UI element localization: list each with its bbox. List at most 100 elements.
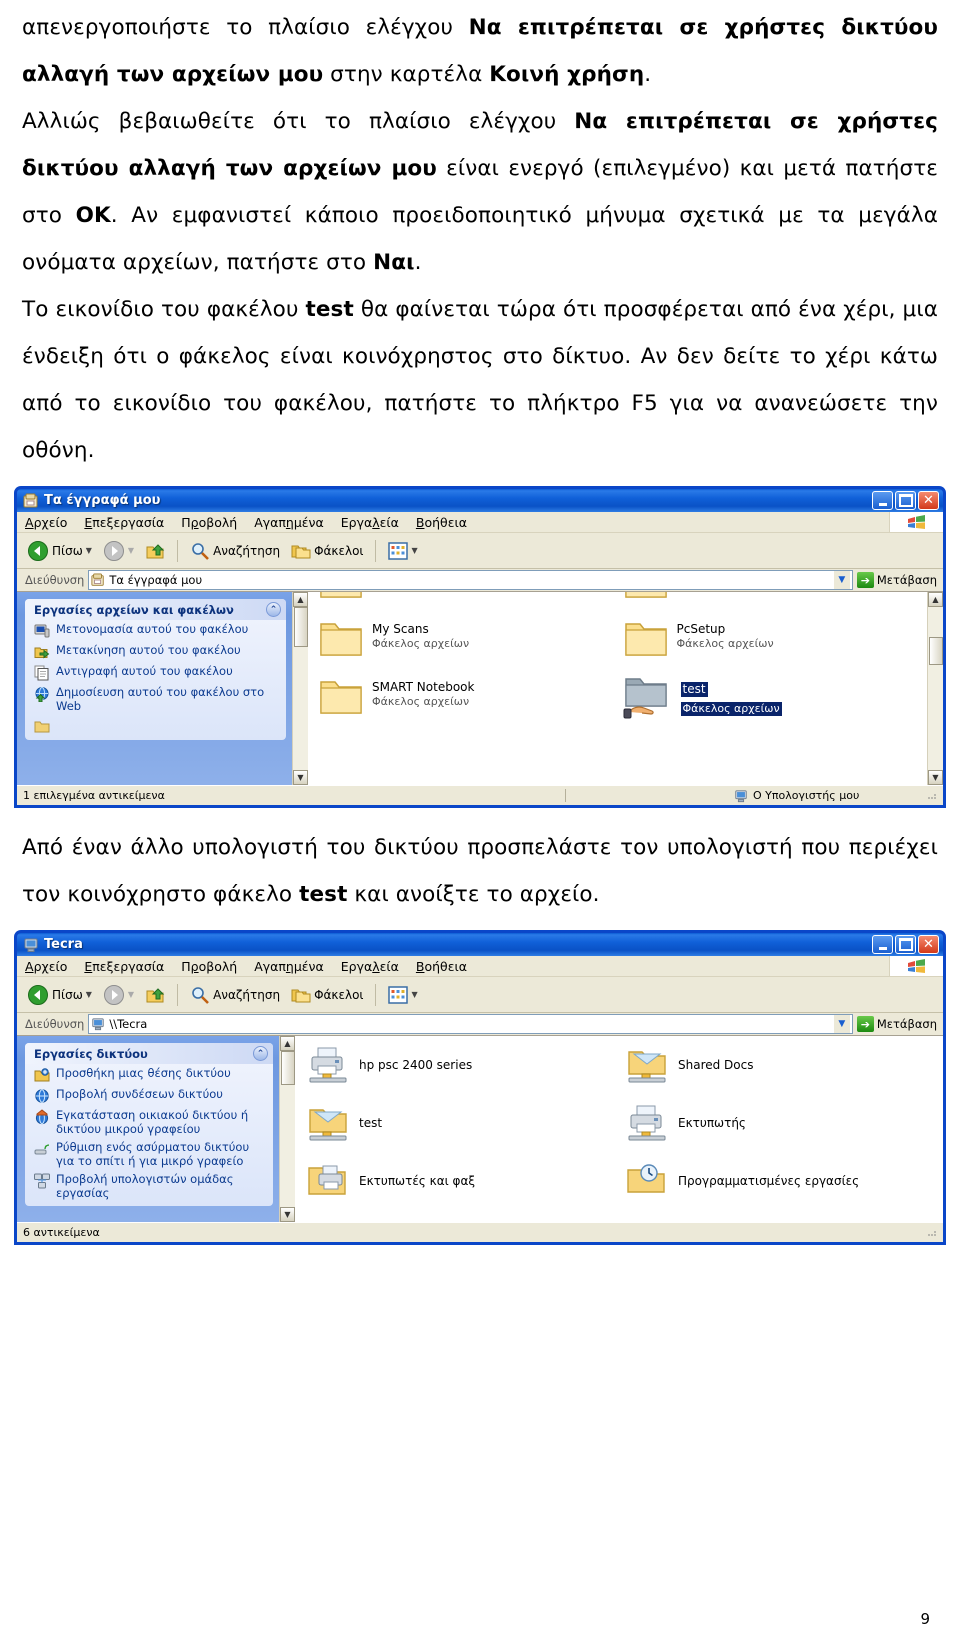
menu-item-help[interactable]: Βοήθεια bbox=[416, 959, 467, 974]
views-button[interactable]: ▼ bbox=[384, 984, 421, 1006]
window1-filelist-scrollbar[interactable]: ▲ ▼ bbox=[927, 592, 943, 785]
back-button[interactable]: Πίσω ▼ bbox=[23, 538, 96, 564]
search-label: Αναζήτηση bbox=[213, 987, 281, 1002]
move-icon bbox=[34, 647, 50, 659]
folders-button[interactable]: Φάκελοι bbox=[287, 983, 367, 1007]
window1-filelist[interactable]: Φάκελος αρχείων Φάκελος αρχείων bbox=[308, 592, 927, 785]
network-tasks-header[interactable]: Εργασίες δικτύου ⌃ bbox=[25, 1043, 273, 1064]
maximize-button[interactable] bbox=[895, 491, 916, 510]
close-button[interactable] bbox=[918, 491, 939, 510]
list-item[interactable]: Φάκελος αρχείων bbox=[318, 592, 623, 618]
list-item[interactable]: Shared Docs bbox=[624, 1044, 943, 1102]
file-name: test bbox=[680, 682, 708, 697]
file-folder-tasks-header[interactable]: Εργασίες αρχείων και φακέλων ⌃ bbox=[25, 599, 286, 620]
window2-filelist[interactable]: hp psc 2400 series Shared Docs test Εκτυ… bbox=[295, 1036, 943, 1222]
menu-item-file[interactable]: Αρχείο bbox=[25, 959, 67, 974]
resize-grip-icon[interactable] bbox=[926, 789, 940, 803]
list-item[interactable]: PcSetup Φάκελος αρχείων bbox=[623, 618, 928, 676]
file-name: hp psc 2400 series bbox=[359, 1058, 473, 1072]
sidebar-item-label: Προσθήκη μιας θέσης δικτύου bbox=[56, 1066, 231, 1080]
menu-item-tools[interactable]: Εργαλεία bbox=[341, 959, 399, 974]
menu-item-file[interactable]: ΑΑρχείορχείο bbox=[25, 515, 67, 530]
sidebar-item-move[interactable]: Μετακίνηση αυτού του φακέλου bbox=[25, 641, 286, 662]
window1-titlebar[interactable]: Τα έγγραφά μου bbox=[14, 486, 946, 512]
scroll-up-button[interactable]: ▲ bbox=[293, 592, 308, 607]
text-run: Αλλιώς βεβαιωθείτε ότι το πλαίσιο ελέγχο… bbox=[22, 109, 575, 134]
address-input[interactable]: Τα έγγραφά μου ▼ bbox=[88, 570, 853, 590]
status-right-label: Ο Υπολογιστής μου bbox=[753, 789, 860, 802]
scroll-down-button[interactable]: ▼ bbox=[928, 770, 943, 785]
chevron-up-icon[interactable]: ⌃ bbox=[253, 1046, 268, 1061]
menu-item-edit[interactable]: Επεξεργασία bbox=[84, 515, 164, 530]
window1-sidebar-scrollbar[interactable]: ▲ ▼ bbox=[292, 592, 308, 785]
sidebar-item-rename[interactable]: Μετονομασία αυτού του φακέλου bbox=[25, 620, 286, 641]
address-dropdown-icon[interactable]: ▼ bbox=[833, 571, 850, 589]
list-item[interactable]: Εκτυπωτής bbox=[624, 1102, 943, 1160]
file-name: Shared Docs bbox=[678, 1058, 754, 1072]
menu-item-view[interactable]: Προβολή bbox=[181, 515, 237, 530]
views-button[interactable]: ▼ bbox=[384, 540, 421, 562]
up-button[interactable] bbox=[141, 539, 169, 563]
menu-item-favorites[interactable]: Αγαπημένα bbox=[254, 515, 324, 530]
address-input[interactable]: \\Tecra ▼ bbox=[88, 1014, 853, 1034]
forward-dropdown-icon[interactable]: ▼ bbox=[128, 990, 134, 999]
scroll-thumb[interactable] bbox=[293, 607, 308, 647]
menu-item-tools[interactable]: Εργαλεία bbox=[341, 515, 399, 530]
close-button[interactable] bbox=[918, 935, 939, 954]
forward-button[interactable]: ▼ bbox=[99, 982, 138, 1008]
list-item-test[interactable]: test bbox=[305, 1102, 624, 1160]
list-item[interactable]: hp psc 2400 series bbox=[305, 1044, 624, 1102]
list-item[interactable]: SMART Notebook Φάκελος αρχείων bbox=[318, 676, 623, 734]
scroll-up-button[interactable]: ▲ bbox=[280, 1036, 295, 1051]
back-dropdown-icon[interactable]: ▼ bbox=[86, 990, 92, 999]
folders-button[interactable]: Φάκελοι bbox=[287, 539, 367, 563]
window2-sidebar: Εργασίες δικτύου ⌃ Προσθήκη μιας θέσης δ… bbox=[17, 1036, 279, 1222]
list-item[interactable]: Φάκελος αρχείων bbox=[623, 592, 928, 618]
views-dropdown-icon[interactable]: ▼ bbox=[411, 546, 417, 555]
menu-item-edit[interactable]: Επεξεργασία bbox=[84, 959, 164, 974]
back-button[interactable]: Πίσω ▼ bbox=[23, 982, 96, 1008]
windows-flag-icon bbox=[907, 514, 925, 529]
address-dropdown-icon[interactable]: ▼ bbox=[833, 1015, 850, 1033]
sidebar-item-view-workgroup-computers[interactable]: Προβολή υπολογιστών ομάδας εργασίας bbox=[25, 1170, 273, 1202]
sidebar-item-wireless-network[interactable]: Ρύθμιση ενός ασύρματου δικτύου για το σπ… bbox=[25, 1138, 273, 1170]
sidebar-item-label: Μετακίνηση αυτού του φακέλου bbox=[56, 643, 241, 657]
search-button[interactable]: Αναζήτηση bbox=[186, 983, 284, 1007]
sidebar-item-publish-web[interactable]: Δημοσίευση αυτού του φακέλου στο Web bbox=[25, 683, 286, 715]
search-button[interactable]: Αναζήτηση bbox=[186, 539, 284, 563]
windows-flag-icon bbox=[907, 958, 925, 973]
list-item[interactable]: My Scans Φάκελος αρχείων bbox=[318, 618, 623, 676]
menu-item-view[interactable]: Προβολή bbox=[181, 959, 237, 974]
list-item-test-shared[interactable]: test Φάκελος αρχείων bbox=[623, 676, 928, 734]
sidebar-item-partial[interactable] bbox=[25, 715, 286, 736]
scroll-down-button[interactable]: ▼ bbox=[293, 770, 308, 785]
menu-item-help[interactable]: Βοήθεια bbox=[416, 515, 467, 530]
scroll-down-button[interactable]: ▼ bbox=[280, 1207, 295, 1222]
computer-icon bbox=[24, 938, 38, 952]
scroll-up-button[interactable]: ▲ bbox=[928, 592, 943, 607]
list-item[interactable]: Εκτυπωτές και φαξ bbox=[305, 1160, 624, 1218]
sidebar-item-view-network-connections[interactable]: Προβολή συνδέσεων δικτύου bbox=[25, 1085, 273, 1106]
list-item[interactable]: Προγραμματισμένες εργασίες bbox=[624, 1160, 943, 1218]
up-button[interactable] bbox=[141, 983, 169, 1007]
forward-button[interactable]: ▼ bbox=[99, 538, 138, 564]
go-button[interactable]: ➔ Μετάβαση bbox=[856, 572, 943, 588]
window2-titlebar[interactable]: Tecra bbox=[14, 930, 946, 956]
copy-icon bbox=[34, 665, 49, 681]
scroll-thumb[interactable] bbox=[280, 1051, 295, 1085]
minimize-button[interactable] bbox=[872, 935, 893, 954]
back-dropdown-icon[interactable]: ▼ bbox=[86, 546, 92, 555]
sidebar-item-add-network-place[interactable]: Προσθήκη μιας θέσης δικτύου bbox=[25, 1064, 273, 1085]
maximize-button[interactable] bbox=[895, 935, 916, 954]
scroll-thumb[interactable] bbox=[928, 637, 943, 665]
sidebar-item-copy[interactable]: Αντιγραφή αυτού του φακέλου bbox=[25, 662, 286, 683]
sidebar-item-setup-home-network[interactable]: Εγκατάσταση οικιακού δικτύου ή δικτύου μ… bbox=[25, 1106, 273, 1138]
views-dropdown-icon[interactable]: ▼ bbox=[411, 990, 417, 999]
chevron-up-icon[interactable]: ⌃ bbox=[266, 602, 281, 617]
forward-dropdown-icon[interactable]: ▼ bbox=[128, 546, 134, 555]
minimize-button[interactable] bbox=[872, 491, 893, 510]
resize-grip-icon[interactable] bbox=[926, 1226, 940, 1240]
window2-sidebar-scrollbar[interactable]: ▲ ▼ bbox=[279, 1036, 295, 1222]
go-button[interactable]: ➔ Μετάβαση bbox=[856, 1016, 943, 1032]
menu-item-favorites[interactable]: Αγαπημένα bbox=[254, 959, 324, 974]
